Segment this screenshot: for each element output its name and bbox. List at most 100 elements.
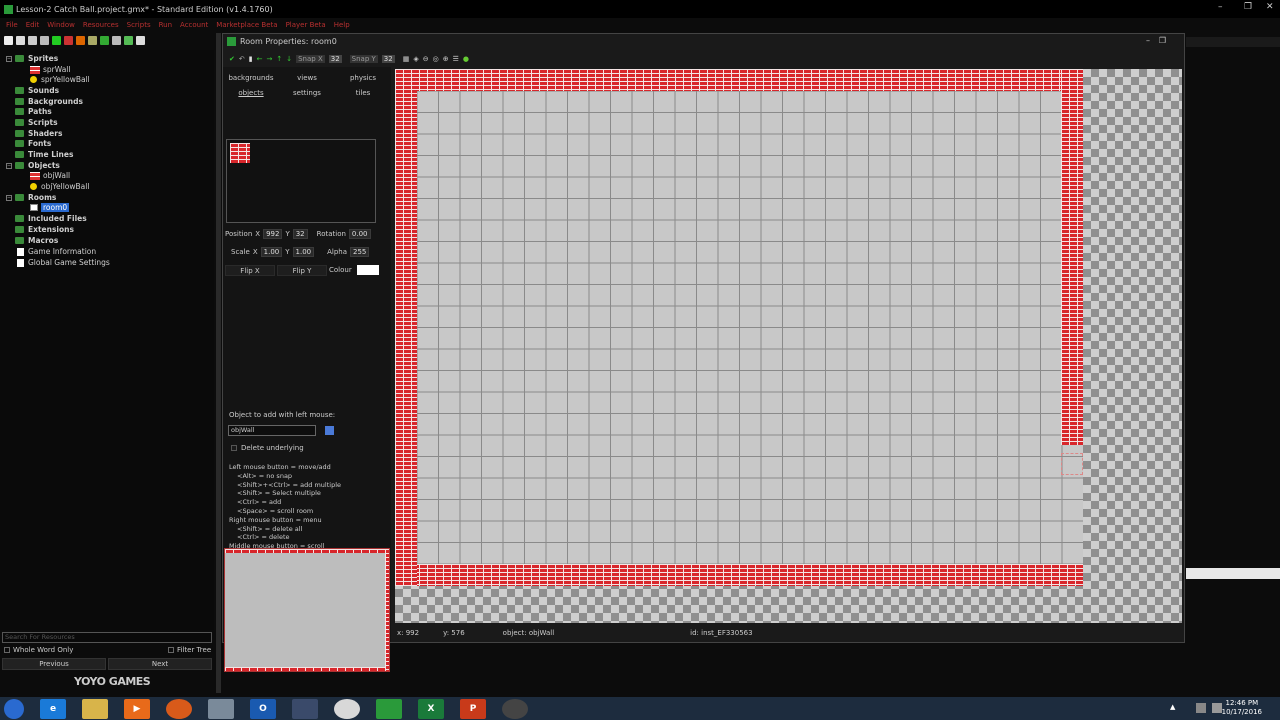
- excel-icon[interactable]: X: [418, 698, 444, 719]
- create-executable-icon[interactable]: [76, 36, 85, 45]
- tree-item-objyellowball[interactable]: objYellowBall: [30, 181, 89, 192]
- right-panel-strip[interactable]: [1186, 568, 1280, 579]
- tray-expand-icon[interactable]: ▲: [1170, 703, 1180, 713]
- room-maximize-button[interactable]: ❐: [1159, 36, 1166, 45]
- zoom-out-icon[interactable]: ⊖: [423, 55, 429, 63]
- tree-paths[interactable]: Paths: [15, 106, 52, 117]
- tree-extensions[interactable]: Extensions: [15, 224, 74, 235]
- tree-timelines[interactable]: Time Lines: [15, 149, 73, 160]
- flip-x-button[interactable]: Flip X: [225, 265, 275, 276]
- tree-fonts[interactable]: Fonts: [15, 138, 51, 149]
- menu-help[interactable]: Help: [334, 21, 350, 29]
- clean-icon[interactable]: [88, 36, 97, 45]
- snap-x-input[interactable]: 32: [328, 54, 342, 63]
- clear-room-icon[interactable]: ▮: [249, 55, 253, 63]
- tree-macros[interactable]: Macros: [15, 235, 58, 246]
- tab-settings[interactable]: settings: [279, 86, 335, 100]
- run-icon[interactable]: [52, 36, 61, 45]
- position-x-field[interactable]: 992: [263, 229, 283, 239]
- shift-right-icon[interactable]: →: [266, 55, 272, 63]
- collapse-icon[interactable]: −: [6, 194, 12, 201]
- tree-sounds[interactable]: Sounds: [15, 85, 59, 96]
- grid-toggle-icon[interactable]: ▦: [403, 55, 410, 63]
- new-project-icon[interactable]: [4, 36, 13, 45]
- obs-icon[interactable]: [502, 698, 528, 719]
- tree-scripts[interactable]: Scripts: [15, 117, 58, 128]
- menu-player[interactable]: Player Beta: [286, 21, 326, 29]
- menu-file[interactable]: File: [6, 21, 18, 29]
- wall-bottom-row[interactable]: [395, 564, 1083, 586]
- tab-views[interactable]: views: [279, 71, 335, 85]
- wall-right-column[interactable]: [1061, 69, 1083, 445]
- shift-down-icon[interactable]: ↓: [286, 55, 292, 63]
- tree-item-room0[interactable]: room0: [30, 202, 70, 213]
- menu-marketplace[interactable]: Marketplace Beta: [216, 21, 277, 29]
- room-area[interactable]: [395, 69, 1083, 586]
- open-project-icon[interactable]: [16, 36, 25, 45]
- alpha-field[interactable]: 255: [350, 247, 370, 257]
- menu-resources[interactable]: Resources: [83, 21, 119, 29]
- room-minimize-button[interactable]: –: [1146, 36, 1150, 45]
- isometric-icon[interactable]: ◈: [413, 55, 418, 63]
- snap-y-input[interactable]: 32: [381, 54, 395, 63]
- whole-word-checkbox[interactable]: Whole Word Only: [4, 646, 73, 654]
- tab-objects[interactable]: objects: [223, 86, 279, 100]
- media-player-icon[interactable]: ▶: [124, 698, 150, 719]
- filter-tree-checkbox[interactable]: Filter Tree: [168, 646, 211, 654]
- rotation-field[interactable]: 0.00: [348, 229, 371, 239]
- export-icon[interactable]: [40, 36, 49, 45]
- menu-window[interactable]: Window: [47, 21, 75, 29]
- gamemaker-taskbar-icon[interactable]: [376, 698, 402, 719]
- paint-icon[interactable]: [208, 698, 234, 719]
- system-clock[interactable]: 12:46 PM 10/17/2016: [1222, 699, 1262, 717]
- sound-icon[interactable]: [112, 36, 121, 45]
- tab-backgrounds[interactable]: backgrounds: [223, 71, 279, 85]
- powerpoint-icon[interactable]: P: [460, 698, 486, 719]
- tree-item-spryellowball[interactable]: sprYellowBall: [30, 74, 90, 85]
- shift-left-icon[interactable]: ←: [257, 55, 263, 63]
- panel-splitter[interactable]: [216, 33, 221, 693]
- help-icon[interactable]: ●: [463, 55, 469, 63]
- background-icon[interactable]: [124, 36, 133, 45]
- menu-account[interactable]: Account: [180, 21, 208, 29]
- room-minimap[interactable]: [224, 548, 390, 672]
- room-editor-canvas[interactable]: [395, 69, 1182, 623]
- scale-y-field[interactable]: 1.00: [292, 247, 315, 257]
- wall-left-column[interactable]: [395, 69, 417, 586]
- checkbox-icon[interactable]: [168, 647, 174, 653]
- delete-underlying-checkbox[interactable]: Delete underlying: [231, 444, 304, 452]
- confirm-check-icon[interactable]: ✔: [229, 55, 235, 63]
- previous-button[interactable]: Previous: [2, 658, 106, 670]
- next-button[interactable]: Next: [108, 658, 212, 670]
- pen-tool-icon[interactable]: [292, 698, 318, 719]
- undo-icon[interactable]: ↶: [239, 55, 245, 63]
- tree-sprites[interactable]: − Sprites: [6, 53, 58, 64]
- colour-swatch[interactable]: [356, 265, 379, 275]
- sprite-icon[interactable]: [100, 36, 109, 45]
- menu-edit[interactable]: Edit: [26, 21, 40, 29]
- object-selector-input[interactable]: objWall: [228, 425, 316, 436]
- tray-network-icon[interactable]: [1196, 703, 1206, 713]
- tree-game-information[interactable]: Game Information: [17, 246, 96, 257]
- zoom-in-icon[interactable]: ⊕: [443, 55, 449, 63]
- tab-tiles[interactable]: tiles: [335, 86, 391, 100]
- firefox-icon[interactable]: [166, 698, 192, 719]
- collapse-icon[interactable]: −: [6, 55, 12, 62]
- outlook-icon[interactable]: O: [250, 698, 276, 719]
- internet-explorer-icon[interactable]: e: [40, 698, 66, 719]
- wall-top-row[interactable]: [395, 69, 1083, 91]
- checkbox-icon[interactable]: [4, 647, 10, 653]
- zoom-reset-icon[interactable]: ◎: [433, 55, 439, 63]
- checkbox-icon[interactable]: [231, 445, 237, 451]
- collapse-icon[interactable]: −: [6, 162, 12, 169]
- view-options-icon[interactable]: ☰: [453, 55, 459, 63]
- file-explorer-icon[interactable]: [82, 698, 108, 719]
- close-button[interactable]: ✕: [1266, 2, 1274, 12]
- tree-included-files[interactable]: Included Files: [15, 213, 87, 224]
- maximize-button[interactable]: ❐: [1244, 2, 1252, 12]
- tab-physics[interactable]: physics: [335, 71, 391, 85]
- start-button-icon[interactable]: [4, 698, 24, 719]
- debug-icon[interactable]: [64, 36, 73, 45]
- menu-run[interactable]: Run: [159, 21, 172, 29]
- menu-scripts[interactable]: Scripts: [127, 21, 151, 29]
